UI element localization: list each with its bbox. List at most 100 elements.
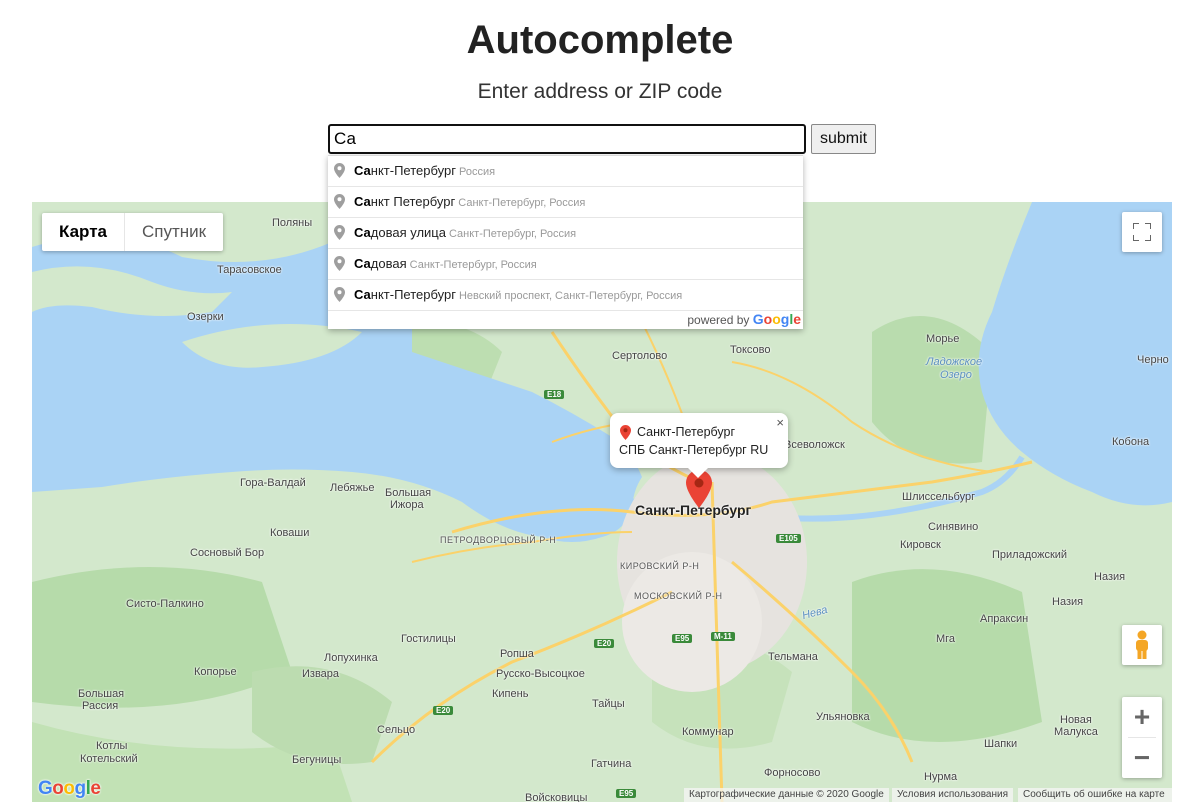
road-shield: E20 — [594, 639, 615, 648]
street-view-button[interactable] — [1122, 625, 1162, 665]
autocomplete-item-text: Санкт Петербург Санкт-Петербург, Россия — [354, 194, 586, 209]
map-label: Кипень — [492, 688, 529, 700]
autocomplete-item[interactable]: Садовая улица Санкт-Петербург, Россия — [328, 218, 803, 249]
map-label: Рассия — [82, 700, 119, 712]
map-label: ПЕТРОДВОРЦОВЫЙ Р-Н — [440, 535, 557, 545]
map-label: Шапки — [984, 738, 1018, 750]
map-label: Лопухинка — [324, 652, 378, 664]
autocomplete-dropdown: Санкт-Петербург Россия Санкт Петербург Сан… — [328, 155, 803, 329]
map-label: Лебяжье — [330, 482, 375, 494]
map-label: Назия — [1094, 571, 1126, 583]
map-label: Морье — [926, 333, 960, 345]
autocomplete-item[interactable]: Санкт-Петербург Невский проспект, Санкт-П… — [328, 280, 803, 311]
location-pin-icon — [620, 425, 631, 440]
map-label: Копорье — [194, 666, 237, 678]
map-label: Большая — [78, 688, 125, 700]
road-shield: E20 — [433, 706, 454, 715]
map-label: Гатчина — [591, 758, 632, 770]
map-label: Войсковицы — [525, 792, 588, 802]
report-error-link[interactable]: Сообщить об ошибке на карте — [1018, 788, 1172, 802]
map-label: Большая — [385, 487, 432, 499]
map-label: Тайцы — [592, 698, 625, 710]
map-data-attribution: Картографические данные © 2020 Google — [684, 788, 889, 802]
map-label: Кировск — [900, 539, 941, 551]
map-label: Малукса — [1054, 726, 1098, 738]
map-label: Мга — [936, 633, 956, 645]
autocomplete-item-secondary: Санкт-Петербург, Россия — [458, 197, 586, 209]
map-label: Коваши — [270, 527, 310, 539]
location-pin-icon — [334, 194, 345, 209]
map-label: Черно — [1137, 354, 1169, 366]
zoom-control: + − — [1122, 697, 1162, 778]
map-label: Коммунар — [682, 726, 734, 738]
autocomplete-item[interactable]: Санкт-Петербург Россия — [328, 156, 803, 187]
autocomplete-item-secondary: Санкт-Петербург, Россия — [409, 259, 537, 271]
map-type-satellite-button[interactable]: Спутник — [125, 213, 223, 251]
map-label: Извара — [302, 668, 340, 680]
terms-link[interactable]: Условия использования — [892, 788, 1013, 802]
map-label: Гостилицы — [401, 633, 456, 645]
google-logo: Google — [752, 311, 801, 327]
map-label: Котлы — [96, 740, 128, 752]
pegman-icon — [1136, 630, 1148, 659]
map-label: Тарасовское — [217, 264, 282, 276]
autocomplete-item[interactable]: Садовая Санкт-Петербург, Россия — [328, 249, 803, 280]
map-label: Шлиссельбург — [902, 491, 976, 503]
map-label: Нурма — [924, 771, 958, 783]
map-label: Систо-Палкино — [126, 598, 204, 610]
map-label: Русско-Высоцкое — [496, 668, 585, 680]
autocomplete-item-secondary: Санкт-Петербург, Россия — [448, 228, 577, 240]
location-pin-icon — [334, 287, 345, 302]
map-label: Кобона — [1112, 436, 1150, 448]
map-label: Апраксин — [980, 613, 1029, 625]
zoom-out-button[interactable]: − — [1122, 738, 1162, 778]
map-label: Поляны — [272, 217, 313, 229]
autocomplete-item-secondary: Невский проспект, Санкт-Петербург, Росси… — [458, 290, 683, 302]
submit-button[interactable]: submit — [811, 124, 876, 154]
map-type-map-button[interactable]: Карта — [42, 213, 124, 251]
map-label: КИРОВСКИЙ Р-Н — [620, 561, 700, 571]
google-map-logo[interactable]: Google — [38, 778, 101, 800]
map-label: Новая — [1060, 714, 1092, 726]
autocomplete-item[interactable]: Санкт Петербург Санкт-Петербург, Россия — [328, 187, 803, 218]
map-label: Озеро — [940, 369, 972, 381]
zoom-in-button[interactable]: + — [1122, 697, 1162, 737]
map-label: Гора-Валдай — [240, 477, 306, 489]
map-label: Бегуницы — [292, 754, 342, 766]
map-label: Ладожское — [926, 356, 983, 368]
info-window-address: СПБ Санкт-Петербург RU — [619, 443, 769, 457]
map-label: Озерки — [187, 311, 224, 323]
road-shield: E105 — [776, 534, 801, 543]
address-search-input[interactable] — [328, 124, 806, 154]
map-label: Сосновый Бор — [190, 547, 265, 559]
location-pin-icon — [334, 225, 345, 240]
map-label: Токсово — [730, 344, 771, 356]
page-subtitle: Enter address or ZIP code — [477, 80, 723, 103]
map-label: Сельцо — [377, 724, 416, 736]
info-window-close-icon[interactable]: × — [776, 415, 784, 430]
autocomplete-item-text: Санкт-Петербург Невский проспект, Санкт-П… — [354, 287, 683, 302]
fullscreen-icon — [1133, 223, 1151, 241]
fullscreen-button[interactable] — [1122, 212, 1162, 252]
info-window-title: Санкт-Петербург — [637, 425, 736, 439]
location-pin-icon — [334, 163, 345, 178]
map-type-control: Карта Спутник — [42, 213, 224, 251]
road-shield: E95 — [616, 789, 637, 798]
autocomplete-item-text: Санкт-Петербург Россия — [354, 163, 496, 178]
location-pin-icon — [334, 256, 345, 271]
map-label: Назия — [1052, 596, 1084, 608]
road-shield: E95 — [672, 634, 693, 643]
map-label: Ульяновка — [816, 711, 870, 723]
autocomplete-item-text: Садовая улица Санкт-Петербург, Россия — [354, 225, 577, 240]
map-label: Форносово — [764, 767, 821, 779]
map-label: Всеволожск — [784, 439, 845, 451]
map-label: Котельский — [80, 753, 138, 765]
map-label: МОСКОВСКИЙ Р-Н — [634, 591, 723, 601]
map-label: Синявино — [928, 521, 979, 533]
map-label: Ропша — [500, 648, 534, 660]
road-shield: M-11 — [711, 632, 735, 641]
powered-by-google: powered by Google — [687, 311, 801, 327]
autocomplete-item-secondary: Россия — [458, 166, 496, 178]
map-label: Сертолово — [612, 350, 668, 362]
map-label: Приладожский — [992, 549, 1068, 561]
